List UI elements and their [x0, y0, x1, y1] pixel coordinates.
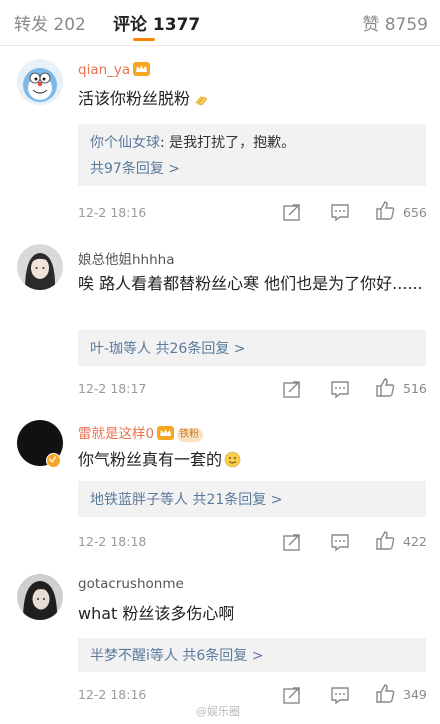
thumbs-up-icon[interactable]: [374, 199, 396, 221]
reply-icon[interactable]: [329, 684, 351, 706]
view-replies-link[interactable]: 共21条回复 >: [188, 492, 282, 508]
reply-icon[interactable]: [329, 531, 351, 553]
reply-author[interactable]: 半梦不醒i等人: [90, 648, 178, 664]
reply-preview[interactable]: 地铁蓝胖子等人 共21条回复 >: [78, 481, 426, 517]
verified-badge-icon: [46, 453, 61, 468]
reply-author[interactable]: 你个仙女球: [90, 135, 160, 151]
share-icon[interactable]: [281, 378, 303, 400]
view-replies-link[interactable]: 共26条回复 >: [151, 341, 246, 357]
reply-preview[interactable]: 叶-珈等人 共26条回复 >: [78, 330, 426, 366]
reply-content: : 是我打扰了，抱歉。: [160, 135, 296, 151]
like-count: 422: [403, 534, 427, 549]
reply-icon[interactable]: [329, 201, 351, 223]
comment-tabs: 转发 202 评论 1377 赞 8759: [0, 0, 440, 46]
view-replies-link[interactable]: 共97条回复 >: [90, 161, 180, 177]
comment-username[interactable]: gotacrushonme: [78, 576, 184, 592]
comment-item: 娘总他姐hhhha 唉 路人看着都替粉丝心寒 他们也是为了你好...... 叶-…: [0, 238, 440, 408]
reply-preview[interactable]: 你个仙女球: 是我打扰了，抱歉。 共97条回复 >: [78, 124, 426, 186]
reply-line: 你个仙女球: 是我打扰了，抱歉。: [90, 132, 295, 152]
avatar[interactable]: [17, 59, 63, 105]
comment-username[interactable]: 雷就是这样0 铁粉: [78, 422, 204, 442]
like-count: 349: [403, 687, 427, 702]
reply-line: 地铁蓝胖子等人 共21条回复 >: [90, 489, 282, 509]
comment-username[interactable]: qian_ya: [78, 62, 151, 78]
comment-text-content: 你气粉丝真有一套的: [78, 450, 223, 469]
tab-likes[interactable]: 赞 8759: [362, 10, 428, 35]
reply-line: 叶-珈等人 共26条回复 >: [90, 338, 246, 358]
thumbs-up-icon[interactable]: [374, 376, 396, 398]
avatar[interactable]: [17, 244, 63, 290]
share-icon[interactable]: [281, 201, 303, 223]
fan-badge: 铁粉: [177, 428, 204, 442]
comment-text: 你气粉丝真有一套的: [78, 448, 428, 471]
reply-author[interactable]: 地铁蓝胖子等人: [90, 492, 188, 508]
username-text[interactable]: 雷就是这样0: [78, 426, 154, 442]
comment-timestamp: 12-2 18:17: [78, 381, 147, 396]
crown-icon: [157, 426, 175, 440]
reply-author[interactable]: 叶-珈等人: [90, 341, 151, 357]
reply-preview[interactable]: 半梦不醒i等人 共6条回复 >: [78, 638, 426, 672]
share-icon[interactable]: [281, 684, 303, 706]
person-avatar-icon: [17, 574, 63, 620]
thumbs-up-icon[interactable]: [374, 529, 396, 551]
tab-comments[interactable]: 评论 1377: [113, 10, 200, 35]
thumbs-up-icon[interactable]: [374, 682, 396, 704]
reply-icon[interactable]: [329, 378, 351, 400]
username-text[interactable]: qian_ya: [78, 62, 130, 78]
comment-item: gotacrushonme what 粉丝该多伤心啊 半梦不醒i等人 共6条回复…: [0, 566, 440, 706]
comment-timestamp: 12-2 18:18: [78, 534, 147, 549]
comment-text: 唉 路人看着都替粉丝心寒 他们也是为了你好......: [78, 274, 423, 293]
comment-text: what 粉丝该多伤心啊: [78, 604, 235, 623]
view-replies-link[interactable]: 共6条回复 >: [178, 648, 263, 664]
comment-timestamp: 12-2 18:16: [78, 205, 147, 220]
comment-item: qian_ya 活该你粉丝脱粉 你个仙女球: 是我打扰了，抱歉。 共97条回复 …: [0, 56, 440, 226]
smile-emoji: [224, 451, 241, 468]
reply-count-line: 共97条回复 >: [90, 158, 180, 178]
comment-username[interactable]: 娘总他姐hhhha: [78, 248, 175, 268]
comment-text: 活该你粉丝脱粉: [78, 87, 428, 110]
comment-item: 雷就是这样0 铁粉 你气粉丝真有一套的 地铁蓝胖子等人 共21条回复 > 12-2…: [0, 410, 440, 560]
clapping-hands-emoji: [192, 90, 209, 107]
active-tab-indicator: [133, 38, 155, 41]
avatar[interactable]: [17, 574, 63, 620]
comment-timestamp: 12-2 18:16: [78, 687, 147, 702]
cat-avatar-icon: [17, 59, 63, 105]
tab-repost[interactable]: 转发 202: [14, 10, 86, 35]
share-icon[interactable]: [281, 531, 303, 553]
comment-text-content: 活该你粉丝脱粉: [78, 89, 191, 108]
person-avatar-icon: [17, 244, 63, 290]
crown-icon: [133, 62, 151, 76]
like-count: 656: [403, 205, 427, 220]
like-count: 516: [403, 381, 427, 396]
watermark: @娱乐圈: [196, 705, 240, 718]
reply-line: 半梦不醒i等人 共6条回复 >: [90, 645, 263, 665]
